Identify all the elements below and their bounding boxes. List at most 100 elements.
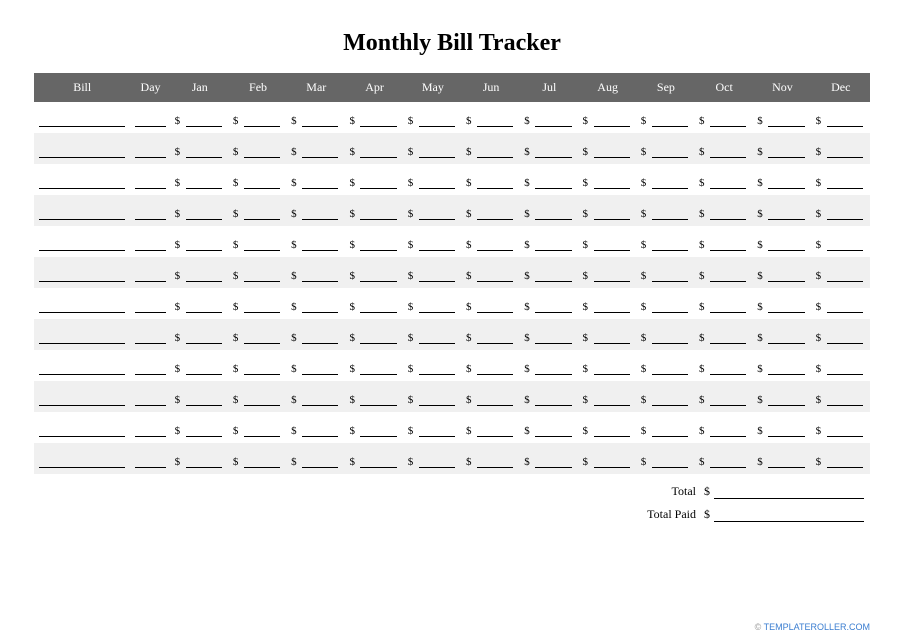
amount-blank (477, 270, 513, 282)
day-blank (135, 332, 165, 344)
cell-month: $ (345, 133, 403, 164)
cell-month: $ (171, 133, 229, 164)
col-oct: Oct (695, 73, 753, 102)
currency-symbol: $ (641, 208, 647, 220)
cell-bill (34, 443, 130, 474)
bill-blank (39, 146, 125, 158)
cell-month: $ (345, 381, 403, 412)
currency-symbol: $ (524, 208, 530, 220)
currency-symbol: $ (466, 456, 472, 468)
currency-symbol: $ (524, 115, 530, 127)
currency-symbol: $ (583, 177, 589, 189)
amount-blank (710, 177, 746, 189)
amount-blank (302, 115, 338, 127)
currency-symbol: $ (291, 208, 297, 220)
currency-symbol: $ (408, 456, 414, 468)
amount-blank (302, 301, 338, 313)
cell-month: $ (462, 257, 520, 288)
currency-symbol: $ (466, 208, 472, 220)
currency-symbol: $ (757, 146, 763, 158)
col-day: Day (130, 73, 170, 102)
currency-symbol: $ (291, 239, 297, 251)
currency-symbol: $ (699, 394, 705, 406)
day-blank (135, 363, 165, 375)
currency-symbol: $ (583, 363, 589, 375)
cell-month: $ (287, 381, 345, 412)
cell-month: $ (579, 102, 637, 133)
amount-blank (768, 332, 804, 344)
amount-blank (535, 425, 571, 437)
currency-symbol: $ (757, 301, 763, 313)
cell-month: $ (345, 164, 403, 195)
currency-symbol: $ (524, 270, 530, 282)
cell-month: $ (812, 288, 870, 319)
amount-blank (477, 425, 513, 437)
currency-symbol: $ (704, 484, 710, 499)
bill-blank (39, 363, 125, 375)
amount-blank (186, 301, 222, 313)
table-row: $$$$$$$$$$$$ (34, 319, 870, 350)
cell-month: $ (695, 319, 753, 350)
cell-month: $ (171, 381, 229, 412)
cell-month: $ (695, 257, 753, 288)
cell-month: $ (753, 164, 811, 195)
cell-month: $ (229, 226, 287, 257)
amount-blank (186, 177, 222, 189)
currency-symbol: $ (233, 394, 239, 406)
currency-symbol: $ (757, 456, 763, 468)
amount-blank (302, 363, 338, 375)
currency-symbol: $ (175, 456, 181, 468)
amount-blank (302, 332, 338, 344)
currency-symbol: $ (233, 363, 239, 375)
amount-blank (302, 394, 338, 406)
cell-month: $ (812, 350, 870, 381)
currency-symbol: $ (583, 332, 589, 344)
currency-symbol: $ (699, 363, 705, 375)
currency-symbol: $ (291, 332, 297, 344)
currency-symbol: $ (408, 115, 414, 127)
cell-month: $ (462, 102, 520, 133)
bill-blank (39, 115, 125, 127)
currency-symbol: $ (524, 425, 530, 437)
amount-blank (768, 425, 804, 437)
cell-month: $ (345, 319, 403, 350)
amount-blank (360, 115, 396, 127)
amount-blank (710, 425, 746, 437)
currency-symbol: $ (349, 115, 355, 127)
cell-month: $ (229, 443, 287, 474)
amount-blank (768, 239, 804, 251)
table-row: $$$$$$$$$$$$ (34, 350, 870, 381)
amount-blank (186, 394, 222, 406)
cell-bill (34, 102, 130, 133)
currency-symbol: $ (466, 363, 472, 375)
currency-symbol: $ (291, 270, 297, 282)
cell-month: $ (812, 195, 870, 226)
cell-month: $ (579, 133, 637, 164)
cell-month: $ (753, 102, 811, 133)
currency-symbol: $ (641, 239, 647, 251)
amount-blank (710, 456, 746, 468)
amount-blank (594, 332, 630, 344)
cell-day (130, 319, 170, 350)
amount-blank (186, 115, 222, 127)
cell-bill (34, 381, 130, 412)
table-row: $$$$$$$$$$$$ (34, 164, 870, 195)
amount-blank (594, 208, 630, 220)
currency-symbol: $ (408, 394, 414, 406)
amount-blank (535, 239, 571, 251)
cell-day (130, 350, 170, 381)
currency-symbol: $ (641, 146, 647, 158)
amount-blank (477, 456, 513, 468)
currency-symbol: $ (524, 363, 530, 375)
cell-month: $ (753, 195, 811, 226)
amount-blank (419, 239, 455, 251)
cell-day (130, 288, 170, 319)
cell-month: $ (753, 257, 811, 288)
amount-blank (652, 146, 688, 158)
currency-symbol: $ (175, 332, 181, 344)
currency-symbol: $ (816, 177, 822, 189)
cell-month: $ (404, 195, 462, 226)
table-row: $$$$$$$$$$$$ (34, 257, 870, 288)
currency-symbol: $ (175, 239, 181, 251)
currency-symbol: $ (641, 394, 647, 406)
